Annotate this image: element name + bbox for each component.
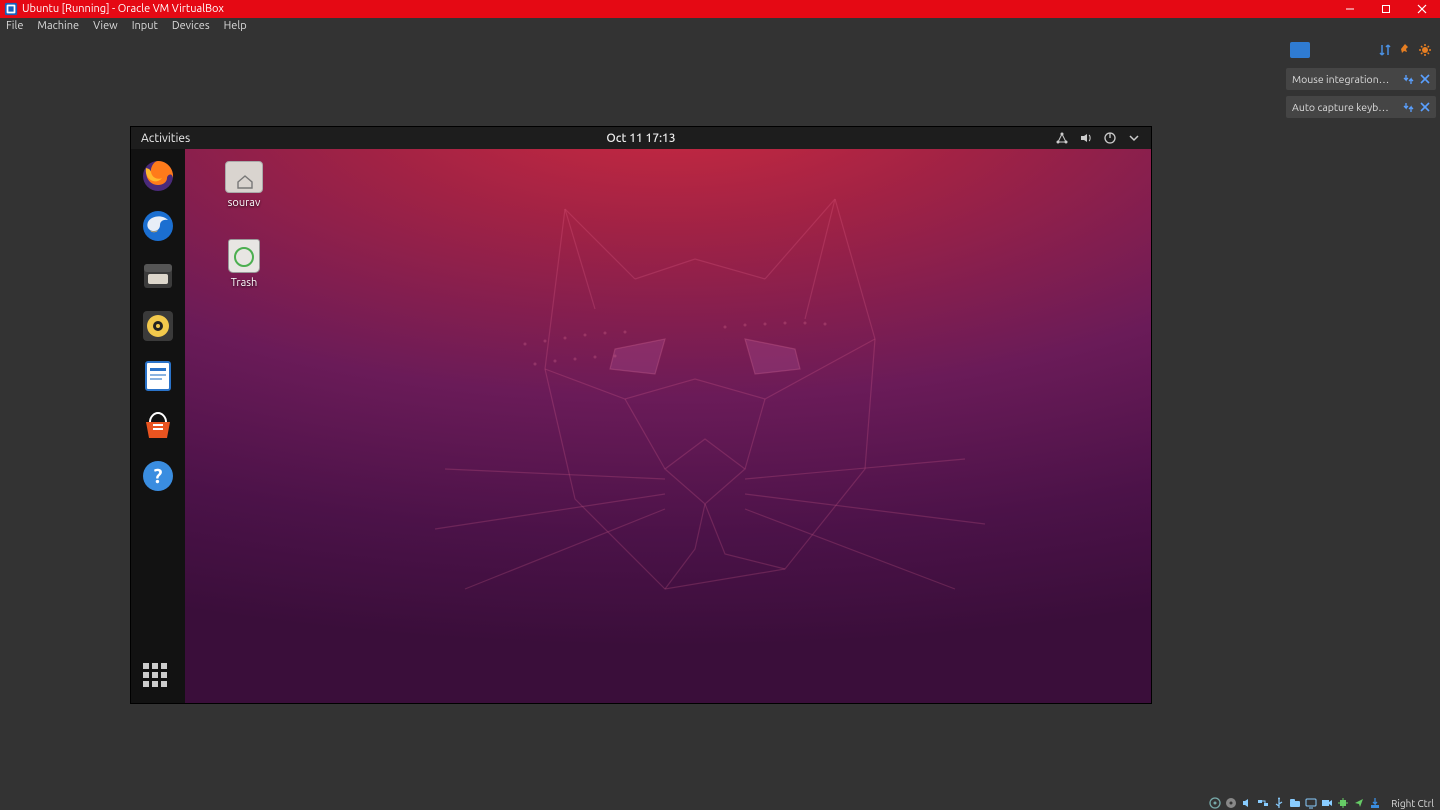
desktop-icon-home[interactable]: sourav <box>209 161 279 209</box>
window-titlebar: Ubuntu [Running] - Oracle VM VirtualBox <box>0 0 1440 18</box>
status-optical-icon[interactable] <box>1225 797 1237 809</box>
network-icon[interactable] <box>1055 131 1069 145</box>
panel-toolbar <box>1286 38 1436 62</box>
status-shared-folders-icon[interactable] <box>1289 797 1301 809</box>
dock-software[interactable] <box>137 405 179 447</box>
status-hdd-icon[interactable] <box>1209 797 1221 809</box>
notification-toggle-icon[interactable] <box>1403 102 1414 113</box>
panel-pin-icon[interactable] <box>1398 43 1412 57</box>
status-usb-icon[interactable] <box>1273 797 1285 809</box>
status-mouse-icon[interactable] <box>1353 797 1365 809</box>
show-applications-button[interactable] <box>143 663 173 693</box>
activities-button[interactable]: Activities <box>141 132 190 145</box>
ubuntu-dock: ? <box>131 149 185 703</box>
dock-rhythmbox[interactable] <box>137 305 179 347</box>
desktop-icon-label: sourav <box>209 197 279 209</box>
status-audio-icon[interactable] <box>1241 797 1253 809</box>
folder-icon <box>225 161 263 193</box>
notification-close-icon[interactable] <box>1420 74 1430 85</box>
host-menu-bar: File Machine View Input Devices Help <box>0 18 1440 34</box>
host-key-label: Right Ctrl <box>1391 798 1434 809</box>
panel-sort-icon[interactable] <box>1378 43 1392 57</box>
vbox-notification-panel: Mouse integration … Auto capture keyboar… <box>1282 34 1440 796</box>
dock-files[interactable] <box>137 255 179 297</box>
status-network-icon[interactable] <box>1257 797 1269 809</box>
window-close-button[interactable] <box>1404 0 1440 18</box>
dock-firefox[interactable] <box>137 155 179 197</box>
window-maximize-button[interactable] <box>1368 0 1404 18</box>
notification-item[interactable]: Auto capture keyboard … <box>1286 96 1436 118</box>
clock-button[interactable]: Oct 11 17:13 <box>606 132 675 145</box>
svg-text:?: ? <box>154 464 163 487</box>
desktop-icon-label: Trash <box>209 277 279 289</box>
volume-icon[interactable] <box>1079 131 1093 145</box>
gnome-top-bar: Activities Oct 11 17:13 <box>131 127 1151 149</box>
window-minimize-button[interactable] <box>1332 0 1368 18</box>
dock-help[interactable]: ? <box>137 455 179 497</box>
desktop-icon-trash[interactable]: Trash <box>209 239 279 289</box>
menu-help[interactable]: Help <box>224 20 247 32</box>
vm-display-area: Activities Oct 11 17:13 <box>0 34 1282 796</box>
status-display-icon[interactable] <box>1305 797 1317 809</box>
guest-screen[interactable]: Activities Oct 11 17:13 <box>131 127 1151 703</box>
notification-text: Mouse integration … <box>1292 73 1390 85</box>
desktop-area[interactable]: sourav Trash <box>185 149 1151 703</box>
dock-writer[interactable] <box>137 355 179 397</box>
status-recording-icon[interactable] <box>1321 797 1333 809</box>
window-title: Ubuntu [Running] - Oracle VM VirtualBox <box>22 3 224 15</box>
menu-file[interactable]: File <box>6 20 23 32</box>
host-status-bar: Right Ctrl <box>0 796 1440 810</box>
notification-close-icon[interactable] <box>1420 102 1430 113</box>
notification-item[interactable]: Mouse integration … <box>1286 68 1436 90</box>
panel-settings-icon[interactable] <box>1418 43 1432 57</box>
wallpaper-fossa <box>365 169 1045 689</box>
power-icon[interactable] <box>1103 131 1117 145</box>
notification-toggle-icon[interactable] <box>1403 74 1414 85</box>
notification-text: Auto capture keyboard … <box>1292 101 1390 113</box>
menu-input[interactable]: Input <box>132 20 158 32</box>
trash-icon <box>228 239 260 273</box>
status-cpu-icon[interactable] <box>1337 797 1349 809</box>
status-keyboard-icon[interactable] <box>1369 797 1381 809</box>
dock-thunderbird[interactable] <box>137 205 179 247</box>
virtualbox-icon <box>4 2 18 16</box>
menu-view[interactable]: View <box>93 20 118 32</box>
chevron-down-icon[interactable] <box>1127 131 1141 145</box>
messages-icon[interactable] <box>1290 42 1310 58</box>
menu-machine[interactable]: Machine <box>37 20 79 32</box>
menu-devices[interactable]: Devices <box>172 20 210 32</box>
